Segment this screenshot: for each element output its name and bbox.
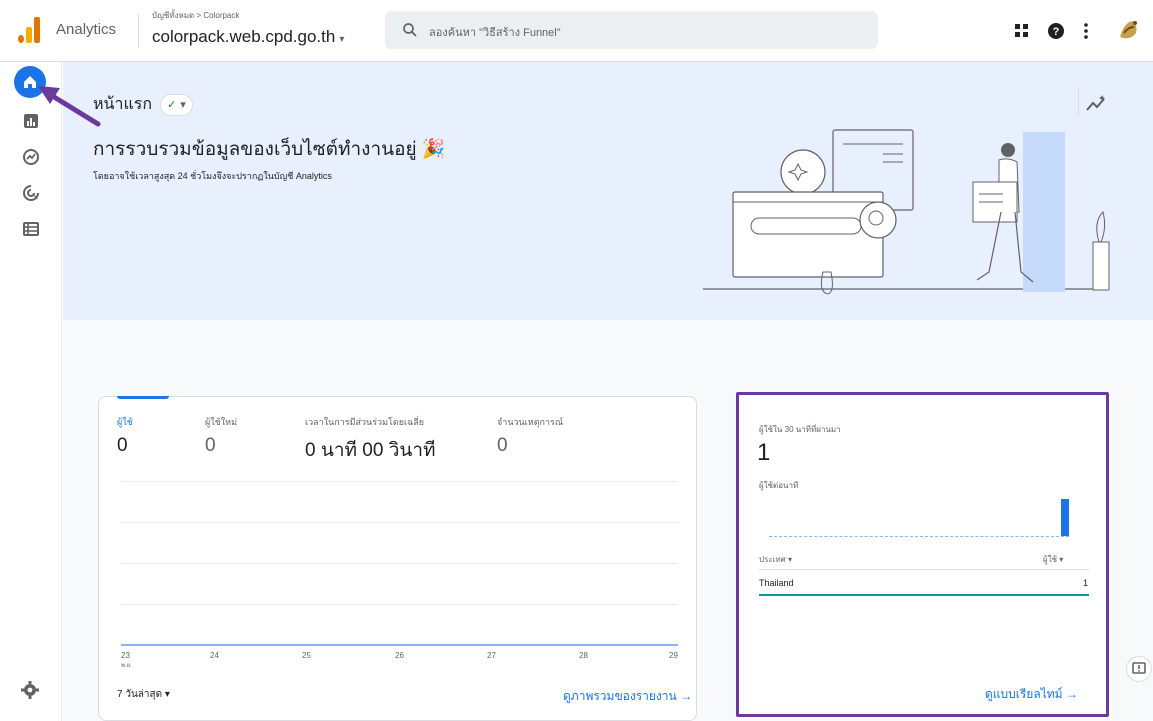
metric-new-users[interactable]: ผู้ใช้ใหม่ 0 <box>205 415 237 457</box>
users-cell: 1 <box>1083 578 1089 588</box>
gridline <box>121 481 678 482</box>
account-avatar[interactable] <box>1114 15 1144 45</box>
metric-avg-engagement[interactable]: เวลาในการมีส่วนร่วมโดยเฉลี่ย 0 นาที 00 ว… <box>305 415 436 465</box>
chevron-down-icon: ▾ <box>180 99 186 111</box>
status-chip[interactable]: ✓ ▾ <box>160 93 193 116</box>
app-name: Analytics <box>56 21 117 38</box>
breadcrumb[interactable]: บัญชีทั้งหมด > Colorpack <box>152 9 239 22</box>
divider <box>1078 86 1079 116</box>
metric-value: 0 <box>117 435 128 456</box>
x-tick: 27 <box>487 651 496 660</box>
settings-icon[interactable] <box>20 680 40 700</box>
x-tick: 25 <box>302 651 311 660</box>
apps-grid-icon[interactable] <box>1012 21 1032 41</box>
check-circle-icon: ✓ <box>167 99 177 111</box>
property-name: colorpack.web.cpd.go.th <box>152 27 336 46</box>
metric-value: 0 นาที 00 วินาที <box>305 440 436 461</box>
explore-icon[interactable] <box>20 146 42 168</box>
metric-label: ผู้ใช้ใหม่ <box>205 417 238 427</box>
gridline <box>121 522 678 523</box>
gridline <box>121 563 678 564</box>
metric-label: จำนวนเหตุการณ์ <box>497 417 564 427</box>
metric-label: เวลาในการมีส่วนร่วมโดยเฉลี่ย <box>305 417 424 427</box>
chevron-down-icon: ▾ <box>339 34 345 45</box>
hero-subtitle: โดยอาจใช้เวลาสูงสุด 24 ชั่วโมงจึงจะปรากฏ… <box>93 171 332 181</box>
x-tick-month: พ.ย. <box>121 663 132 669</box>
divider <box>138 14 139 48</box>
top-bar: Analytics บัญชีทั้งหมด > Colorpack color… <box>0 0 1153 62</box>
search-input[interactable]: ลองค้นหา "วิธีสร้าง Funnel" <box>429 23 561 41</box>
hero-illustration <box>703 129 1110 295</box>
chart-line <box>121 644 678 646</box>
metric-users[interactable]: ผู้ใช้ 0 <box>117 415 133 457</box>
x-tick: 24 <box>210 651 219 660</box>
metric-value: 0 <box>205 435 216 456</box>
view-reports-link[interactable]: ดูภาพรวมของรายงาน → <box>563 687 692 706</box>
realtime-card: ผู้ใช้ใน 30 นาทีที่ผ่านมา 1 ผู้ใช้ต่อนาท… <box>736 392 1109 717</box>
divider <box>759 569 1089 570</box>
feedback-icon[interactable] <box>1126 656 1152 682</box>
country-column-header[interactable]: ประเทศ ▾ <box>759 553 792 566</box>
overview-card: ผู้ใช้ 0 ผู้ใช้ใหม่ 0 เวลาในการมีส่วนร่ว… <box>98 396 697 721</box>
search-icon <box>403 23 417 37</box>
row-bar <box>759 594 1089 596</box>
hero-headline: การรวบรวมข้อมูลของเว็บไซต์ทำงานอยู่ 🎉 <box>93 139 446 160</box>
minute-bar <box>1061 499 1069 536</box>
metric-event-count[interactable]: จำนวนเหตุการณ์ 0 <box>497 415 563 457</box>
x-tick: 23 <box>121 651 130 660</box>
active-tab-indicator <box>117 396 169 399</box>
analytics-logo[interactable] <box>16 17 42 43</box>
x-tick: 28 <box>579 651 588 660</box>
users-column-header[interactable]: ผู้ใช้ ▾ <box>1043 553 1063 566</box>
configure-icon[interactable] <box>20 218 42 240</box>
country-cell: Thailand <box>759 578 794 588</box>
insights-icon[interactable] <box>1083 92 1109 118</box>
svg-text:?: ? <box>1053 26 1060 38</box>
realtime-subtitle: ผู้ใช้ต่อนาที <box>759 481 799 490</box>
help-icon[interactable]: ? <box>1046 21 1066 41</box>
view-realtime-link[interactable]: ดูแบบเรียลไทม์ → <box>985 685 1078 704</box>
x-tick: 29 <box>669 651 678 660</box>
property-selector[interactable]: colorpack.web.cpd.go.th ▾ <box>152 27 344 47</box>
hero-banner: หน้าแรก ✓ ▾ การรวบรวมข้อมูลของเว็บไซต์ทำ… <box>63 62 1153 320</box>
left-nav-rail <box>0 62 62 721</box>
metric-label: ผู้ใช้ <box>117 417 133 427</box>
minute-bars-baseline <box>769 536 1069 537</box>
annotation-arrow <box>38 86 101 127</box>
realtime-value: 1 <box>757 439 771 466</box>
date-range-selector[interactable]: 7 วันล่าสุด ▾ <box>117 687 170 702</box>
x-tick: 26 <box>395 651 404 660</box>
search-bar[interactable]: ลองค้นหา "วิธีสร้าง Funnel" <box>385 11 878 49</box>
metric-value: 0 <box>497 435 508 456</box>
realtime-title: ผู้ใช้ใน 30 นาทีที่ผ่านมา <box>759 425 841 434</box>
more-vert-icon[interactable] <box>1076 21 1096 41</box>
gridline <box>121 604 678 605</box>
advertising-icon[interactable] <box>20 182 42 204</box>
